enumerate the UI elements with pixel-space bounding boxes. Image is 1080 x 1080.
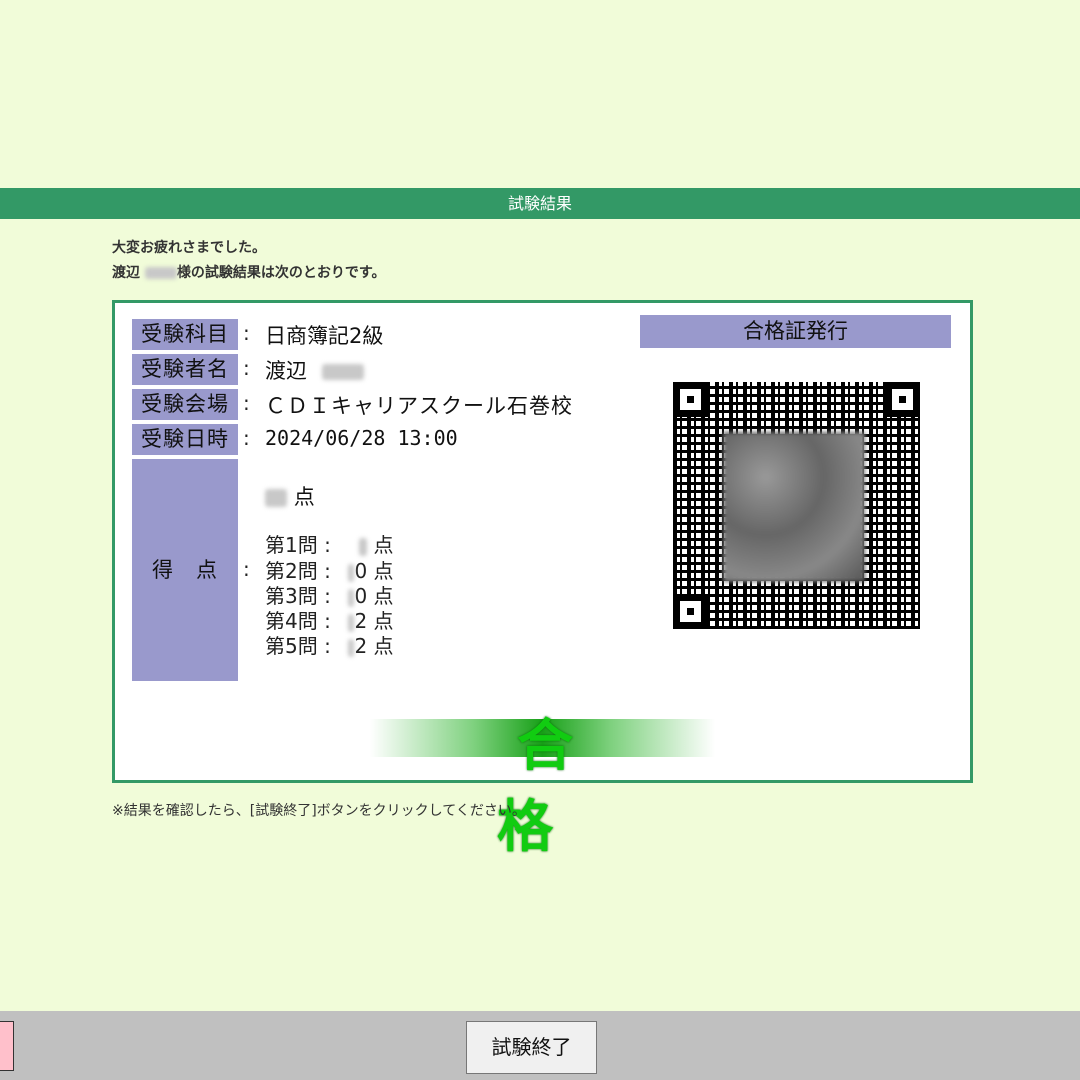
intro-message: 大変お疲れさまでした。 渡辺 様の試験結果は次のとおりです。 xyxy=(112,236,385,286)
end-exam-button[interactable]: 試験終了 xyxy=(466,1021,597,1074)
value-name: 渡辺 xyxy=(265,355,364,385)
intro-line-2-suffix: 様の試験結果は次のとおりです。 xyxy=(176,265,386,281)
redacted-given-name xyxy=(144,267,177,279)
pass-verdict: 合格 xyxy=(497,714,613,860)
question-unit: 点 xyxy=(373,559,394,583)
page-title-bar: 試験結果 xyxy=(0,188,1080,219)
label-name: 受験者名 xyxy=(132,354,238,385)
label-venue: 受験会場 xyxy=(132,389,238,420)
colon: : xyxy=(243,426,250,450)
question-label: 第2問 xyxy=(265,559,318,583)
redacted-score xyxy=(359,537,368,556)
value-subject: 日商簿記2級 xyxy=(265,324,384,348)
colon: : xyxy=(243,557,250,581)
colon: : xyxy=(243,321,250,345)
redacted-score xyxy=(348,613,355,632)
question-unit: 点 xyxy=(373,533,394,557)
redacted-score xyxy=(348,638,355,657)
question-score-row: 第1問 : 点 xyxy=(265,532,394,558)
instruction-note: ※結果を確認したら、[試験終了]ボタンをクリックしてください。 xyxy=(112,803,526,819)
question-unit: 点 xyxy=(373,609,394,633)
value-venue: ＣＤＩキャリアスクール石巻校 xyxy=(265,394,573,418)
question-score: 0 xyxy=(337,558,367,584)
question-score-row: 第3問 : 0 点 xyxy=(265,583,394,609)
qr-finder-pattern xyxy=(885,382,920,417)
question-score: 2 xyxy=(337,608,367,634)
question-label: 第4問 xyxy=(265,609,318,633)
question-score-row: 第5問 : 2 点 xyxy=(265,633,394,659)
question-unit: 点 xyxy=(373,584,394,608)
label-datetime: 受験日時 xyxy=(132,424,238,455)
qr-redacted-area xyxy=(723,432,865,582)
redacted-total-score xyxy=(265,489,287,507)
question-label: 第1問 xyxy=(265,533,318,557)
question-score xyxy=(337,532,368,558)
redacted-given-name xyxy=(321,364,364,380)
qr-finder-pattern xyxy=(673,594,708,629)
label-score: 得 点 xyxy=(132,459,238,681)
question-label: 第5問 xyxy=(265,634,318,658)
value-datetime: 2024/06/28 13:00 xyxy=(265,426,458,450)
intro-family-name: 渡辺 xyxy=(112,265,140,281)
question-score-row: 第2問 : 0 点 xyxy=(265,558,394,584)
colon: : xyxy=(243,356,250,380)
intro-line-2: 渡辺 様の試験結果は次のとおりです。 xyxy=(112,261,385,286)
question-unit: 点 xyxy=(373,634,394,658)
label-subject: 受験科目 xyxy=(132,319,238,350)
side-button[interactable] xyxy=(0,1021,14,1071)
value-family-name: 渡辺 xyxy=(265,359,307,383)
colon: : xyxy=(243,391,250,415)
certificate-qr-code[interactable] xyxy=(673,382,920,629)
redacted-score xyxy=(348,563,355,582)
total-score: 点 xyxy=(265,481,315,511)
result-card: 受験科目 : 日商簿記2級 受験者名 : 渡辺 受験会場 : ＣＤＩキャリアスク… xyxy=(112,300,973,860)
certificate-issue-header: 合格証発行 xyxy=(640,315,951,348)
total-score-unit: 点 xyxy=(293,485,315,509)
question-score: 2 xyxy=(337,633,367,659)
question-score-row: 第4問 : 2 点 xyxy=(265,608,394,634)
question-label: 第3問 xyxy=(265,584,318,608)
redacted-score xyxy=(348,588,355,607)
question-score: 0 xyxy=(337,583,367,609)
qr-finder-pattern xyxy=(673,382,708,417)
intro-line-1: 大変お疲れさまでした。 xyxy=(112,240,266,256)
page-title: 試験結果 xyxy=(507,194,572,213)
